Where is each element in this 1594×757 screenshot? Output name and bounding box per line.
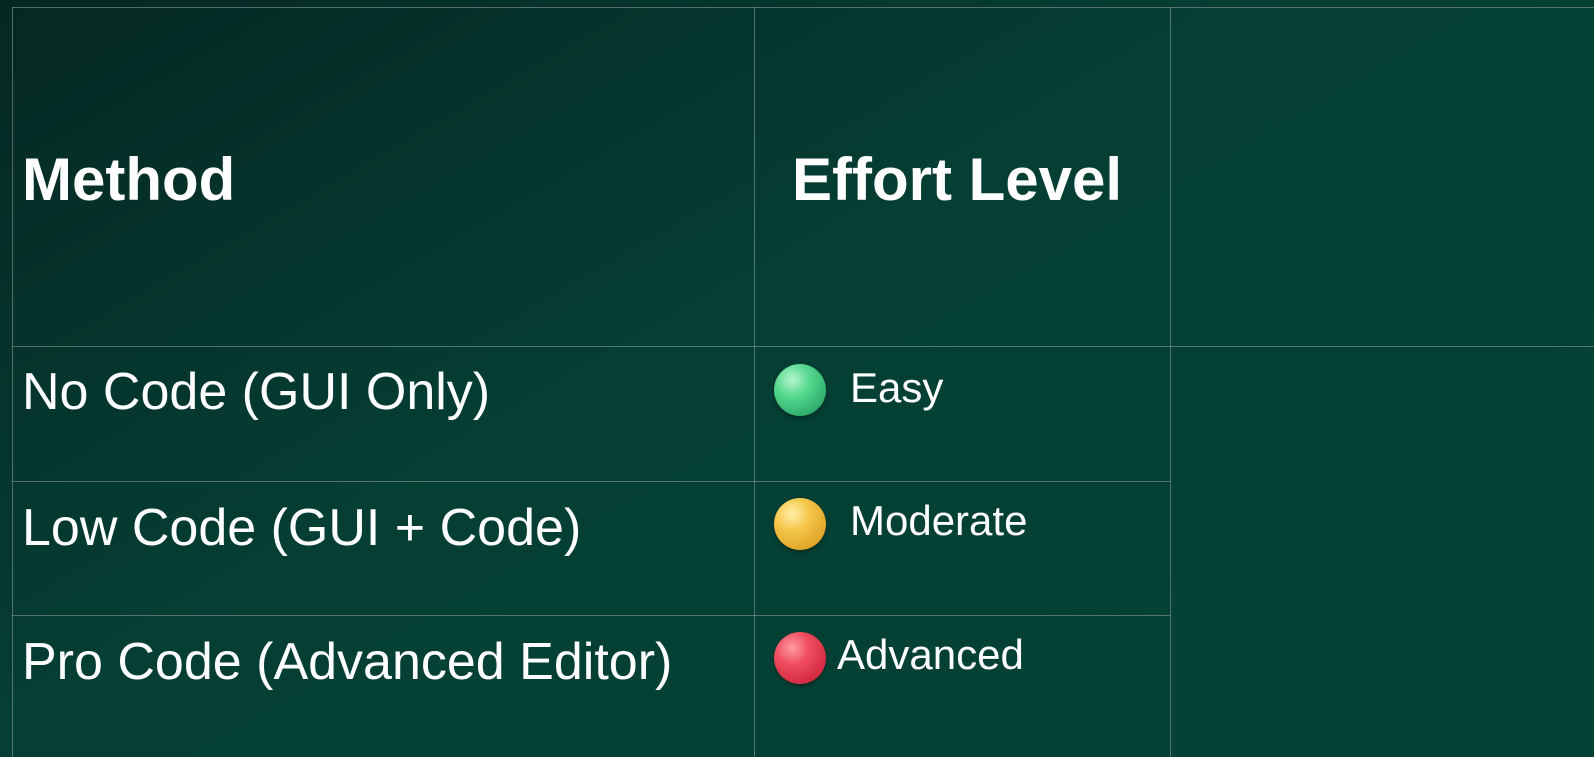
column-divider-2 [1170, 7, 1171, 757]
row-3-effort: Advanced [837, 631, 1024, 678]
row-divider-1 [12, 481, 1171, 482]
row-1-effort: Easy [850, 364, 944, 411]
header-effort-level: Effort Level [792, 146, 1123, 213]
green-circle-icon [774, 364, 826, 416]
header-bottom-border [12, 346, 1594, 347]
red-circle-icon [774, 632, 826, 684]
row-2-method: Low Code (GUI + Code) [22, 499, 582, 557]
table-left-border [12, 7, 13, 757]
table-top-border [12, 7, 1594, 8]
header-method: Method [22, 146, 236, 213]
row-1-method: No Code (GUI Only) [22, 363, 491, 421]
column-divider-1 [754, 7, 755, 757]
yellow-circle-icon [774, 498, 826, 550]
row-2-effort: Moderate [850, 497, 1028, 544]
row-divider-2 [12, 615, 1171, 616]
row-3-method: Pro Code (Advanced Editor) [22, 633, 673, 691]
comparison-table: Method Effort Level No Code (GUI Only) E… [0, 0, 1594, 757]
